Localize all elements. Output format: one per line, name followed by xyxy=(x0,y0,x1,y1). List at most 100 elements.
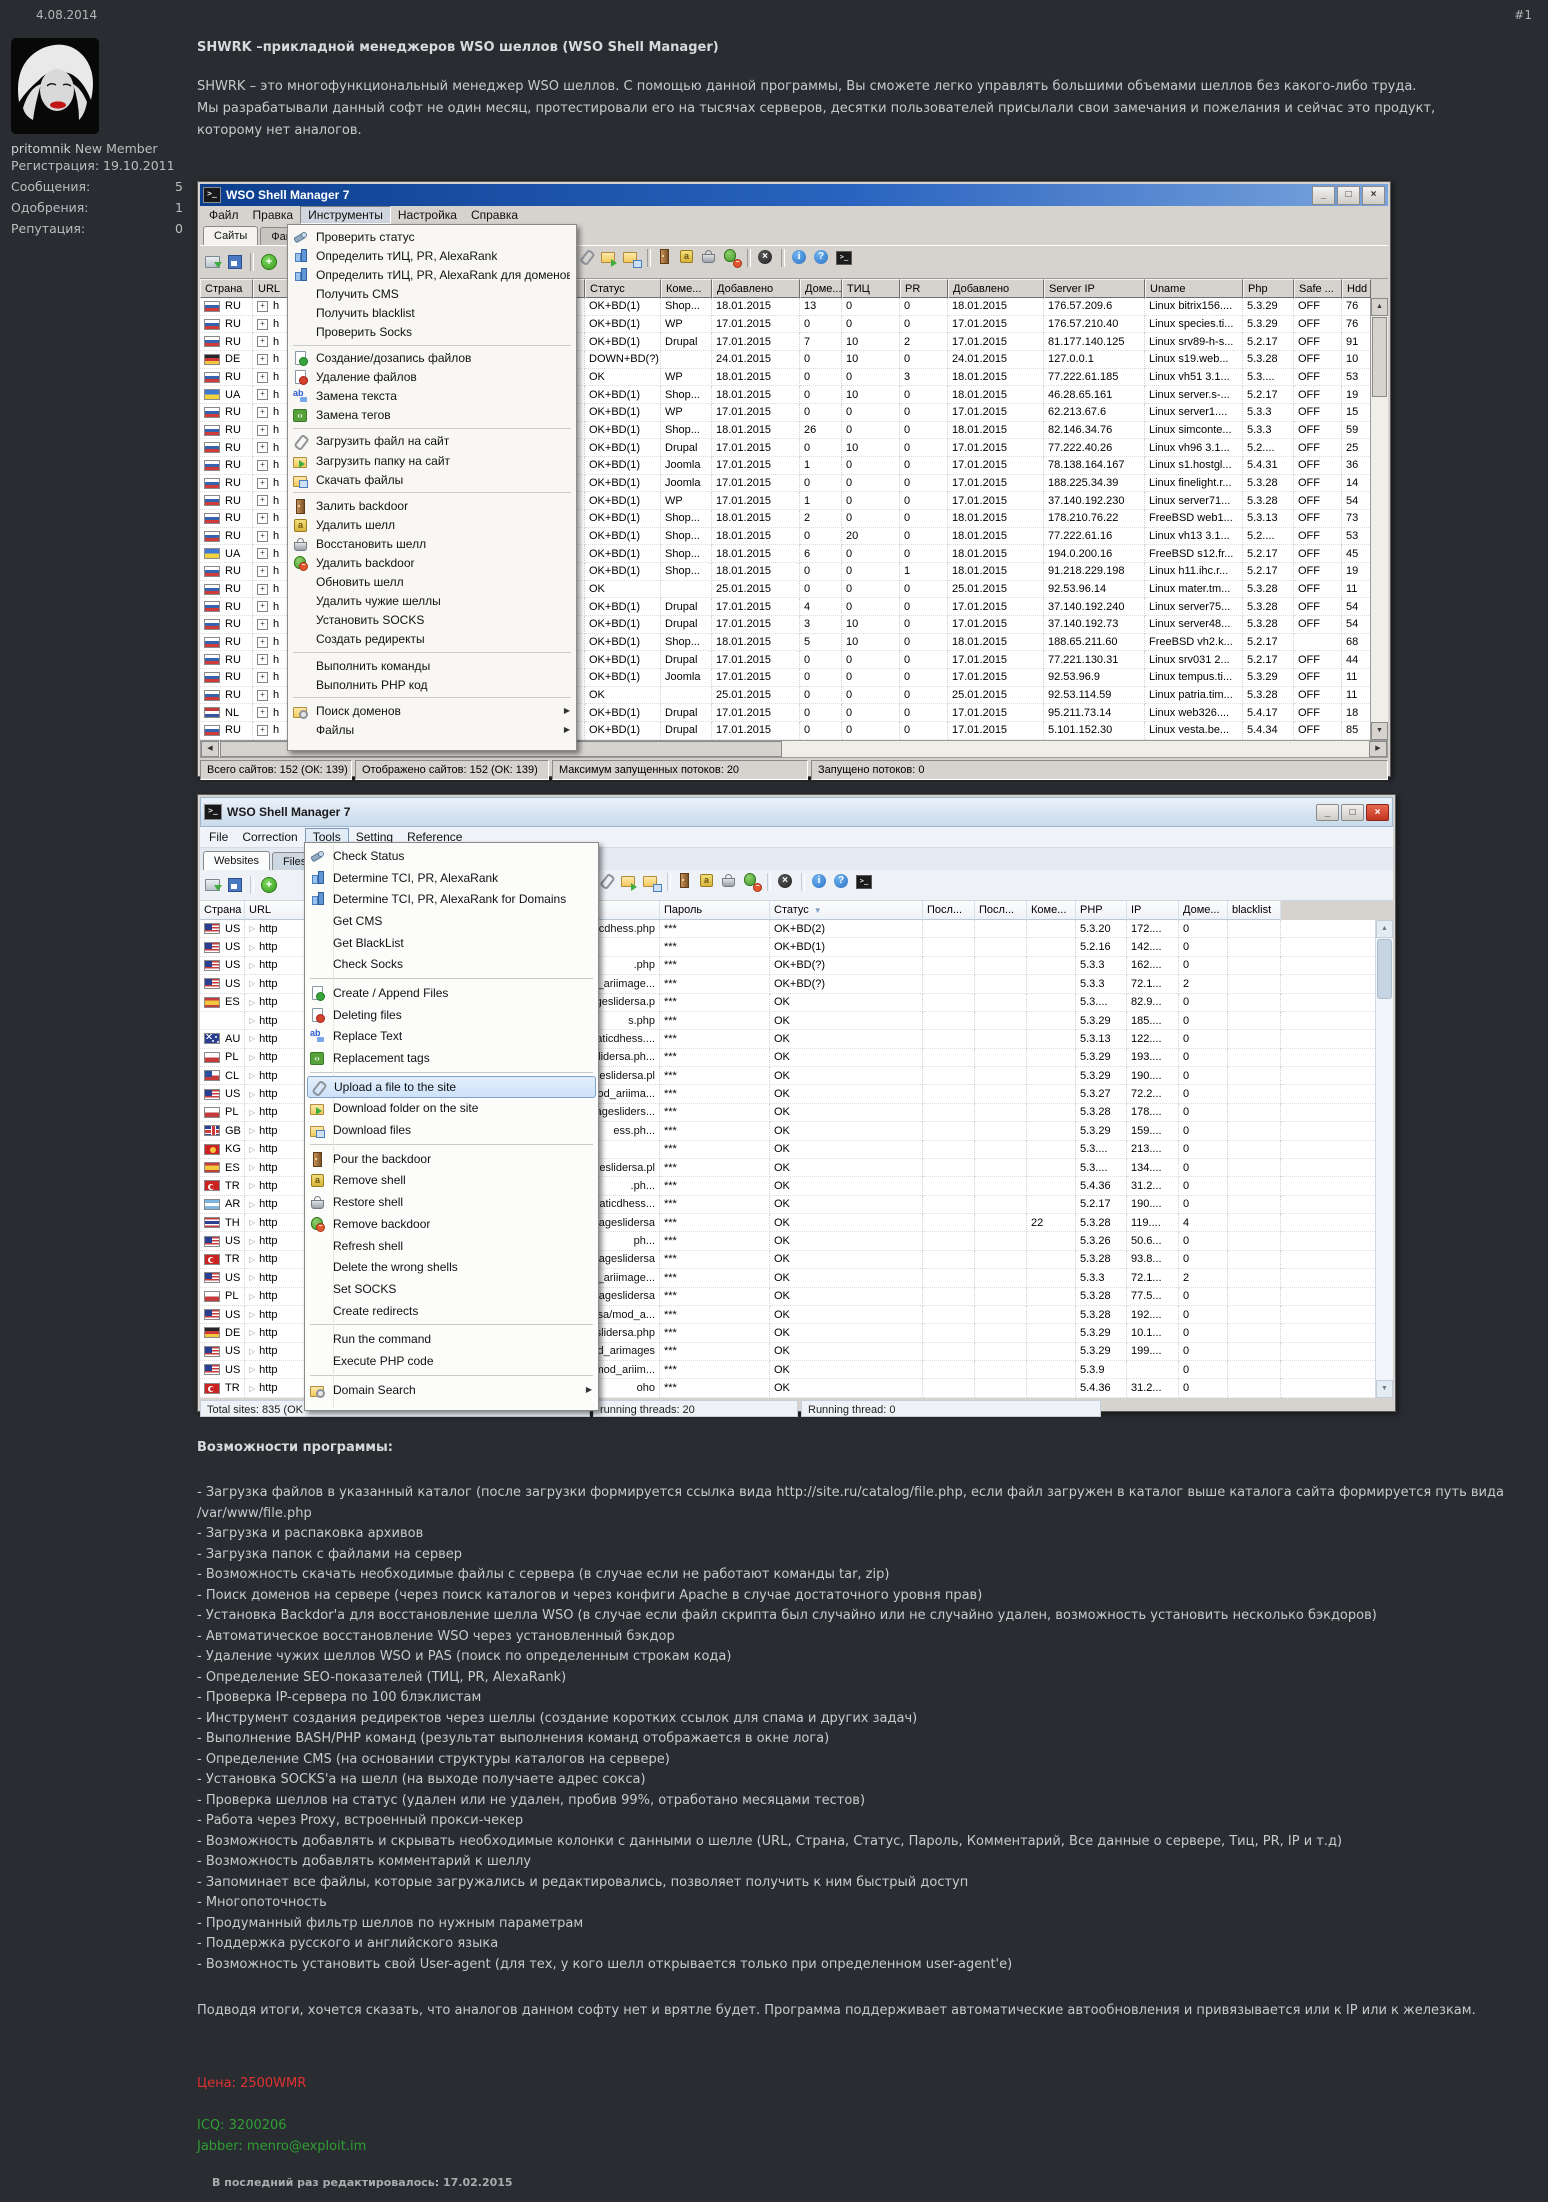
expand-icon[interactable]: + xyxy=(257,671,268,683)
menu-correction[interactable]: Correction xyxy=(235,829,304,845)
expand-icon[interactable]: + xyxy=(257,707,268,719)
menu-item-файлы[interactable]: Файлы ▶ xyxy=(290,720,574,739)
expand-icon[interactable]: + xyxy=(257,724,268,736)
column-header-php[interactable]: PHP xyxy=(1076,901,1127,920)
basket-icon[interactable] xyxy=(700,248,720,268)
expand-icon[interactable]: ▷ xyxy=(249,1090,255,1099)
save-icon[interactable] xyxy=(225,875,245,895)
scrollbar-thumb[interactable] xyxy=(1372,317,1387,397)
title-bar[interactable]: >_ WSO Shell Manager 7 _ □ × xyxy=(200,797,1393,827)
expand-icon[interactable]: + xyxy=(257,636,268,648)
column-header-server-ip[interactable]: Server IP xyxy=(1044,279,1145,298)
menu-справка[interactable]: Справка xyxy=(464,207,525,223)
expand-icon[interactable]: ▷ xyxy=(249,998,255,1007)
expand-icon[interactable]: + xyxy=(257,336,268,348)
minimize-button[interactable]: _ xyxy=(1312,185,1335,205)
expand-icon[interactable]: + xyxy=(257,601,268,613)
menu-item-delete-the-wrong-shells[interactable]: Delete the wrong shells xyxy=(307,1256,596,1278)
expand-icon[interactable]: + xyxy=(257,353,268,365)
expand-icon[interactable]: + xyxy=(257,654,268,666)
column-header-доме[interactable]: Доме... xyxy=(1179,901,1228,920)
post-number[interactable]: #1 xyxy=(1514,8,1532,22)
user-name[interactable]: pritomnik xyxy=(11,141,71,156)
menu-item-restore-shell[interactable]: Restore shell xyxy=(307,1191,596,1213)
close-button[interactable]: × xyxy=(1366,803,1389,821)
maximize-button[interactable]: □ xyxy=(1337,185,1360,205)
expand-icon[interactable]: ▷ xyxy=(249,943,255,952)
menu-инструменты[interactable]: Инструменты xyxy=(300,206,391,224)
menu-item-create-redirects[interactable]: Create redirects xyxy=(307,1300,596,1322)
door-icon[interactable] xyxy=(676,872,696,892)
expand-icon[interactable]: ▷ xyxy=(249,1365,255,1374)
column-header-страна[interactable]: Страна xyxy=(200,279,253,298)
bug-icon[interactable] xyxy=(742,872,762,892)
scroll-left-icon[interactable]: ◀ xyxy=(201,741,219,757)
menu-item-замена-текста[interactable]: Замена текста xyxy=(290,387,574,406)
expand-icon[interactable]: ▷ xyxy=(249,1126,255,1135)
expand-icon[interactable]: + xyxy=(257,618,268,630)
expand-icon[interactable]: ▷ xyxy=(249,1310,255,1319)
menu-item-удалить-чужие-шеллы[interactable]: Удалить чужие шеллы xyxy=(290,592,574,611)
column-header-hdd[interactable]: Hdd xyxy=(1342,279,1371,298)
expand-icon[interactable]: ▷ xyxy=(249,1016,255,1025)
menu-item-get-blacklist[interactable]: Get BlackList xyxy=(307,932,596,954)
column-header-uname[interactable]: Uname xyxy=(1145,279,1243,298)
scroll-right-icon[interactable]: ▶ xyxy=(1369,741,1387,757)
column-header-посл[interactable]: Посл... xyxy=(923,901,975,920)
close-button[interactable]: × xyxy=(1362,185,1385,205)
menu-item-replacement-tags[interactable]: Replacement tags xyxy=(307,1047,596,1069)
menu-item-загрузить-файл-на-сайт[interactable]: Загрузить файл на сайт xyxy=(290,432,574,451)
expand-icon[interactable]: ▷ xyxy=(249,1292,255,1301)
menu-настройка[interactable]: Настройка xyxy=(391,207,464,223)
folderdl-icon[interactable] xyxy=(622,248,642,268)
info-icon[interactable] xyxy=(790,248,810,268)
menu-item-получить-cms[interactable]: Получить CMS xyxy=(290,284,574,303)
column-header-safe[interactable]: Safe ... xyxy=(1294,279,1342,298)
menu-item-поиск-доменов[interactable]: Поиск доменов ▶ xyxy=(290,701,574,720)
menu-item-установить-socks[interactable]: Установить SOCKS xyxy=(290,611,574,630)
jar-icon[interactable] xyxy=(678,248,698,268)
maximize-button[interactable]: □ xyxy=(1341,803,1364,821)
stop-icon[interactable] xyxy=(756,248,776,268)
stop-icon[interactable] xyxy=(776,872,796,892)
menu-item-обновить-шелл[interactable]: Обновить шелл xyxy=(290,573,574,592)
expand-icon[interactable]: ▷ xyxy=(249,1034,255,1043)
menu-item-check-socks[interactable]: Check Socks xyxy=(307,953,596,975)
column-header-коме[interactable]: Коме... xyxy=(661,279,712,298)
title-bar[interactable]: >_ WSO Shell Manager 7 _ □ × xyxy=(200,184,1388,206)
expand-icon[interactable]: ▷ xyxy=(249,1108,255,1117)
column-header-пароль[interactable]: Пароль xyxy=(660,901,770,920)
menu-item-check-status[interactable]: Check Status xyxy=(307,845,596,867)
menu-item-проверить-socks[interactable]: Проверить Socks xyxy=(290,322,574,341)
expand-icon[interactable]: + xyxy=(257,530,268,542)
menu-item-refresh-shell[interactable]: Refresh shell xyxy=(307,1235,596,1257)
column-header-blacklist[interactable]: blacklist xyxy=(1228,901,1281,920)
minimize-button[interactable]: _ xyxy=(1316,803,1339,821)
tab-websites[interactable]: Websites xyxy=(203,851,271,871)
expand-icon[interactable]: + xyxy=(257,477,268,489)
menu-item-get-cms[interactable]: Get CMS xyxy=(307,910,596,932)
basket-icon[interactable] xyxy=(720,872,740,892)
menu-item-определить-тиц-pr-alexarank[interactable]: Определить тИЦ, PR, AlexaRank xyxy=(290,246,574,265)
menu-item-replace-text[interactable]: Replace Text xyxy=(307,1026,596,1048)
expand-icon[interactable]: ▷ xyxy=(249,979,255,988)
expand-icon[interactable]: ▷ xyxy=(249,1181,255,1190)
menu-item-создание-дозапись-файлов[interactable]: Создание/дозапись файлов xyxy=(290,349,574,368)
menu-item-create-append-files[interactable]: Create / Append Files xyxy=(307,982,596,1004)
expand-icon[interactable]: ▷ xyxy=(249,1347,255,1356)
menu-item-создать-редиректы[interactable]: Создать редиректы xyxy=(290,630,574,649)
expand-icon[interactable]: ▷ xyxy=(249,1071,255,1080)
menu-item-deleting-files[interactable]: Deleting files xyxy=(307,1004,596,1026)
menu-item-upload-a-file-to-the-site[interactable]: Upload a file to the site xyxy=(307,1075,596,1098)
menu-item-загрузить-папку-на-сайт[interactable]: Загрузить папку на сайт xyxy=(290,451,574,470)
help-icon[interactable] xyxy=(832,872,852,892)
expand-icon[interactable]: + xyxy=(257,300,268,312)
column-header-тиц[interactable]: ТИЦ xyxy=(842,279,900,298)
column-header-добавлено[interactable]: Добавлено xyxy=(712,279,800,298)
save-icon[interactable] xyxy=(225,252,245,272)
expand-icon[interactable]: + xyxy=(257,371,268,383)
expand-icon[interactable]: ▷ xyxy=(249,924,255,933)
help-icon[interactable] xyxy=(812,248,832,268)
menu-файл[interactable]: Файл xyxy=(202,207,246,223)
avatar[interactable] xyxy=(11,38,99,134)
